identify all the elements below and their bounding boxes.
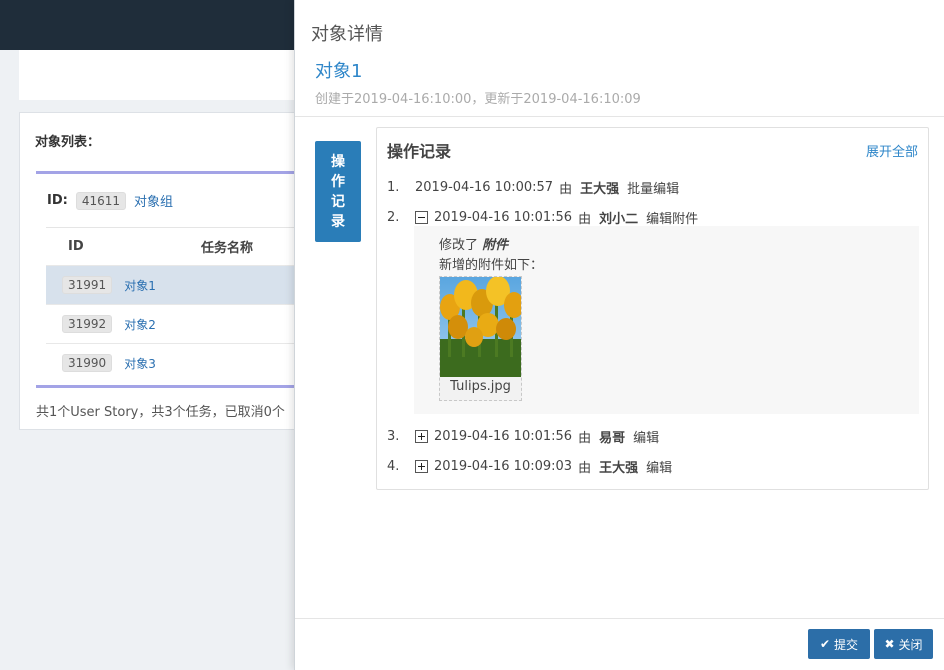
log-number: 2. (387, 210, 400, 225)
log-by: 由 (578, 461, 592, 476)
log-by: 由 (578, 431, 592, 446)
row-name-link[interactable]: 对象3 (124, 355, 156, 372)
object-list-card: 对象列表： ID: 41611 对象组 ID 任务名称 31991 对象1 31… (19, 112, 326, 430)
top-card (19, 50, 319, 100)
table-row[interactable]: 31990 对象3 (46, 343, 326, 382)
group-id-label: ID: (47, 193, 68, 208)
tab-char: 操 (331, 153, 345, 170)
expand-icon[interactable] (415, 430, 428, 443)
log-action: 编辑 (633, 431, 660, 446)
row-id-badge: 31990 (62, 354, 113, 372)
object-detail-drawer: 对象详情 对象1 创建于2019-04-16:10:00，更新于2019-04-… (294, 0, 944, 670)
row-name-link[interactable]: 对象2 (124, 316, 156, 333)
row-id-badge: 31992 (62, 315, 113, 333)
group-id-badge: 41611 (75, 191, 127, 210)
log-time: 2019-04-16 10:01:56 (434, 429, 573, 444)
object-meta: 创建于2019-04-16:10:00，更新于2019-04-16:10:09 (315, 92, 641, 107)
log-action: 编辑附件 (646, 212, 699, 227)
col-task-name: 任务名称 (201, 241, 254, 256)
table-header: ID 任务名称 (46, 227, 326, 265)
modified-line: 修改了 附件 (439, 234, 508, 253)
log-user: 王大强 (580, 182, 620, 197)
log-user: 易哥 (599, 431, 626, 446)
row-id-badge: 31991 (62, 276, 113, 294)
log-time: 2019-04-16 10:00:57 (415, 180, 554, 195)
log-user: 王大强 (599, 461, 639, 476)
modified-field: 附件 (482, 238, 509, 253)
attachment-name: Tulips.jpg (450, 379, 511, 394)
close-label: 关闭 (898, 637, 923, 652)
close-button[interactable]: ✖ 关闭 (874, 629, 933, 659)
log-detail: 修改了 附件 新增的附件如下： Tulips.jpg (414, 226, 919, 414)
log-entry: 2. 2019-04-16 10:01:56 由 刘小二 编辑附件 (387, 208, 698, 227)
col-id: ID (68, 239, 84, 254)
log-time: 2019-04-16 10:01:56 (434, 210, 573, 225)
log-entry: 3. 2019-04-16 10:01:56 由 易哥 编辑 (387, 427, 659, 446)
expand-icon[interactable] (415, 460, 428, 473)
tulips-image (440, 277, 521, 377)
panel-title: 操作记录 (387, 142, 452, 161)
divider (295, 618, 944, 619)
tab-char: 记 (331, 193, 345, 210)
log-entry: 4. 2019-04-16 10:09:03 由 王大强 编辑 (387, 457, 672, 476)
tab-char: 录 (331, 213, 345, 230)
log-entry: 1. 2019-04-16 10:00:57 由 王大强 批量编辑 (387, 178, 679, 197)
divider (36, 385, 326, 388)
list-title: 对象列表： (35, 135, 101, 150)
log-action: 批量编辑 (627, 182, 680, 197)
divider (36, 171, 326, 174)
submit-button[interactable]: ✔ 提交 (808, 629, 870, 659)
expand-all-link[interactable]: 展开全部 (866, 141, 918, 160)
log-by: 由 (559, 182, 573, 197)
table-row[interactable]: 31991 对象1 (46, 265, 326, 304)
check-icon: ✔ (819, 637, 831, 651)
group-name-link[interactable]: 对象组 (134, 191, 173, 210)
modified-prefix: 修改了 (439, 238, 479, 253)
divider (295, 116, 944, 117)
table-row[interactable]: 31992 对象2 (46, 304, 326, 343)
operation-log-panel: 操作记录 展开全部 1. 2019-04-16 10:00:57 由 王大强 批… (376, 127, 929, 490)
object-name: 对象1 (315, 61, 363, 82)
attachment-thumbnail[interactable]: Tulips.jpg (439, 276, 522, 401)
tab-char: 作 (331, 173, 345, 190)
log-by: 由 (578, 212, 592, 227)
log-number: 1. (387, 180, 400, 195)
row-name-link[interactable]: 对象1 (124, 277, 156, 294)
drawer-title: 对象详情 (311, 24, 383, 45)
added-line: 新增的附件如下： (439, 258, 544, 273)
log-number: 3. (387, 429, 400, 444)
list-summary: 共1个User Story，共3个任务，已取消0个 (36, 405, 285, 420)
close-icon: ✖ (884, 637, 895, 651)
group-row: ID: 41611 对象组 (47, 191, 173, 210)
log-time: 2019-04-16 10:09:03 (434, 459, 573, 474)
log-number: 4. (387, 459, 400, 474)
submit-label: 提交 (834, 637, 859, 652)
object-table: ID 任务名称 31991 对象1 31992 对象2 31990 对象3 (46, 227, 326, 382)
collapse-icon[interactable] (415, 211, 428, 224)
log-action: 编辑 (646, 461, 673, 476)
tab-operation-log[interactable]: 操 作 记 录 (315, 141, 361, 242)
log-user: 刘小二 (599, 212, 639, 227)
